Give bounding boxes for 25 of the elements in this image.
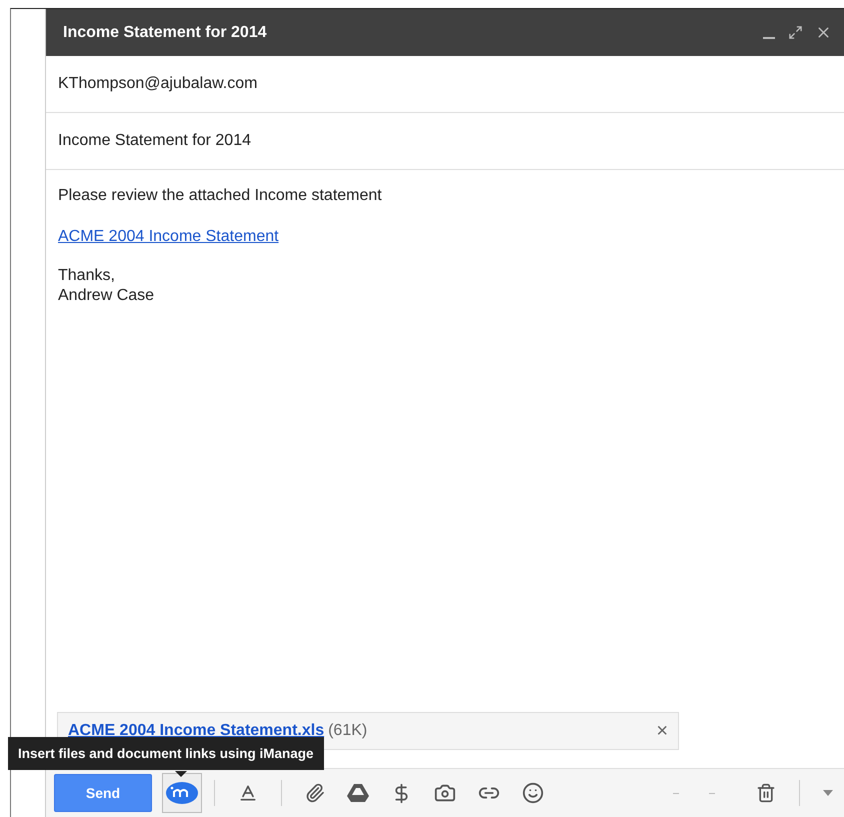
smile-icon[interactable] — [522, 782, 544, 804]
tooltip: Insert files and document links using iManage — [8, 737, 324, 770]
text-format-icon[interactable] — [238, 783, 258, 803]
subject-field[interactable]: Income Statement for 2014 — [58, 132, 251, 150]
closing-text: Thanks, — [58, 266, 116, 286]
document-link[interactable]: ACME 2004 Income Statement — [58, 227, 279, 247]
caret-icon[interactable] — [823, 790, 833, 796]
dash-icon — [673, 792, 679, 794]
trash-icon[interactable] — [756, 783, 776, 803]
send-button[interactable]: Send — [54, 774, 152, 812]
signature-text: Andrew Case — [58, 286, 156, 306]
recipient-field[interactable]: KThompson@ajubalaw.com — [58, 75, 258, 93]
window-title: Income Statement for 2014 — [63, 24, 268, 42]
dash-icon — [709, 792, 715, 794]
drive-icon[interactable] — [347, 783, 369, 803]
paperclip-icon[interactable] — [305, 783, 325, 803]
body-text: Please review the attached Income statement — [58, 186, 383, 206]
tooltip-pointer-icon — [175, 771, 187, 777]
attachment-link[interactable]: ACME 2004 Income Statement.xls — [68, 722, 324, 740]
camera-icon[interactable] — [434, 782, 456, 804]
expand-icon[interactable] — [788, 25, 803, 40]
attachment-size: (61K) — [328, 722, 368, 740]
imanage-button[interactable] — [162, 773, 202, 813]
remove-attachment-button[interactable]: × — [656, 720, 668, 742]
imanage-logo-icon — [165, 780, 199, 806]
